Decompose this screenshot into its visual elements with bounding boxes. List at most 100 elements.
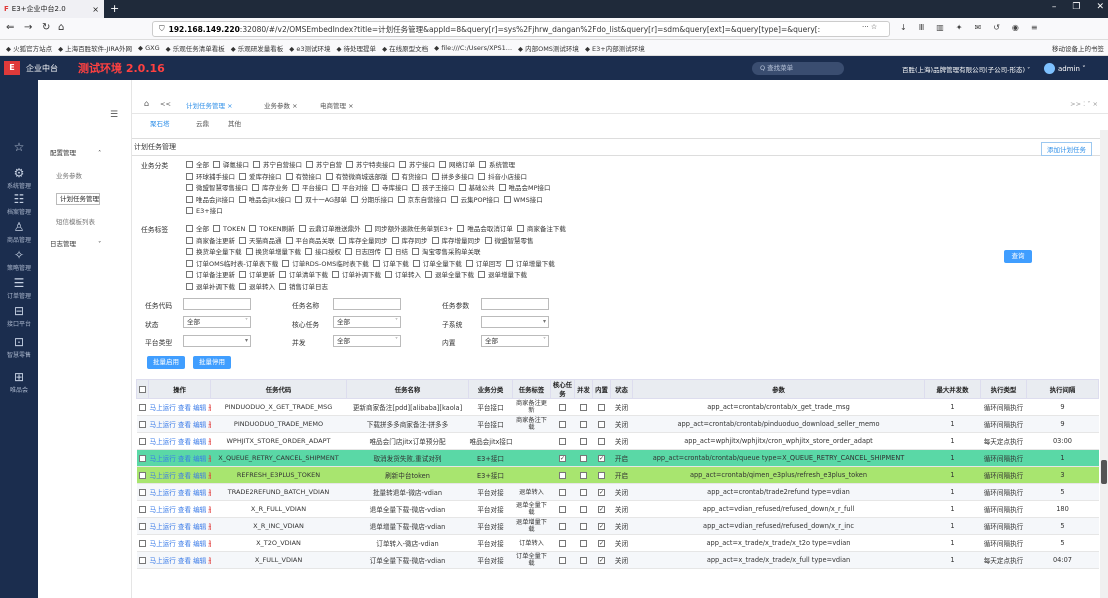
delete-link[interactable]: 删除: [208, 489, 210, 497]
checkbox-box[interactable]: [364, 225, 372, 232]
new-tab-icon[interactable]: +: [110, 2, 119, 15]
menu-group-config[interactable]: 配置管理 ˄: [50, 147, 101, 157]
rail-item[interactable]: ⊟ 接口平台: [0, 304, 38, 328]
row-checkbox[interactable]: [139, 454, 146, 462]
run-now-link[interactable]: 马上运行: [150, 472, 176, 480]
filter-checkbox[interactable]: 网络订单: [435, 161, 475, 169]
filter-checkbox[interactable]: 库存同步: [388, 236, 428, 245]
checkbox-box[interactable]: [239, 282, 246, 290]
row-select[interactable]: [136, 483, 149, 501]
view-link[interactable]: 查看: [178, 540, 191, 548]
conc-checkbox[interactable]: [580, 556, 587, 564]
checkbox-box[interactable]: [478, 172, 485, 180]
checkbox-box[interactable]: [282, 259, 290, 267]
filter-checkbox[interactable]: 双十一AG部单: [291, 195, 347, 204]
filter-checkbox[interactable]: 抖音小店接口: [474, 172, 527, 181]
close-tab-icon[interactable]: ×: [92, 5, 99, 14]
checkbox-box[interactable]: [186, 207, 193, 214]
reload-icon[interactable]: ↻: [42, 22, 50, 33]
filter-checkbox[interactable]: 驿氪接口: [209, 161, 249, 169]
menu-item-sms-templates[interactable]: 短信模板列表: [56, 216, 95, 226]
delete-link[interactable]: 删除: [208, 472, 210, 480]
filter-checkbox[interactable]: 寺库接口: [368, 184, 408, 192]
delete-link[interactable]: 删除: [208, 404, 210, 412]
filter-checkbox[interactable]: 苏宁自营接口: [249, 161, 302, 169]
view-link[interactable]: 查看: [178, 472, 191, 480]
row-select[interactable]: [136, 551, 149, 569]
filter-checkbox[interactable]: 订单备注更新: [182, 271, 235, 279]
bookmark-item[interactable]: ◆ file:///C:/Users/XPS1...: [434, 44, 512, 52]
row-checkbox[interactable]: [139, 522, 146, 530]
filter-checkbox[interactable]: 微盟智慧零售接口: [182, 184, 248, 192]
bookmark-item[interactable]: ◆ 乐观任务清单看板: [166, 43, 225, 53]
row-checkbox[interactable]: [139, 488, 146, 496]
row-select[interactable]: [136, 432, 149, 450]
filter-checkbox[interactable]: 换货单增量下载: [242, 248, 301, 256]
row-checkbox[interactable]: [139, 437, 146, 445]
home-tab-icon[interactable]: ⌂: [144, 99, 149, 108]
view-link[interactable]: 查看: [178, 523, 191, 531]
mobile-bookmarks[interactable]: 移动设备上的书签: [1052, 43, 1104, 53]
row-select[interactable]: [136, 398, 149, 416]
view-link[interactable]: 查看: [178, 455, 191, 463]
tab-ecommerce[interactable]: 电商管理 ×: [320, 100, 354, 110]
conc-checkbox[interactable]: [580, 420, 587, 428]
task-code-input[interactable]: [183, 298, 251, 310]
user-menu[interactable]: admin ˅: [1044, 63, 1086, 74]
checkbox-box[interactable]: [439, 161, 446, 168]
filter-checkbox[interactable]: 退单转入: [235, 282, 275, 291]
checkbox-box[interactable]: [372, 259, 380, 267]
checkbox-box[interactable]: [325, 172, 333, 180]
rail-item[interactable]: ☆: [0, 140, 38, 155]
filter-checkbox[interactable]: 退单补调下载: [182, 282, 235, 291]
checkbox-box[interactable]: [238, 195, 246, 203]
checkbox-box[interactable]: [249, 225, 257, 232]
checkbox-box[interactable]: [295, 195, 303, 203]
edit-link[interactable]: 编辑: [193, 523, 206, 531]
row-checkbox[interactable]: [139, 471, 146, 479]
filter-checkbox[interactable]: 订单下载: [369, 259, 409, 268]
checkbox-box[interactable]: [478, 271, 485, 278]
bookmark-item[interactable]: ◆ 火狐官方站点: [6, 43, 52, 53]
core-checkbox[interactable]: [559, 522, 566, 530]
checkbox-box[interactable]: [391, 172, 399, 180]
checkbox-box[interactable]: [332, 271, 339, 278]
checkbox-box[interactable]: [252, 184, 259, 191]
run-now-link[interactable]: 马上运行: [150, 489, 176, 497]
maximize-icon[interactable]: ❐: [1072, 2, 1080, 12]
filter-checkbox[interactable]: 接口授权: [301, 248, 341, 256]
builtin-checkbox[interactable]: [598, 522, 605, 530]
filter-checkbox[interactable]: 商家备注更新: [182, 236, 235, 245]
checkbox-box[interactable]: [186, 225, 193, 232]
filter-checkbox[interactable]: 全部: [182, 161, 209, 169]
filter-checkbox[interactable]: 订单OMS临时表-订单表下载: [182, 259, 278, 268]
filter-checkbox[interactable]: 日结: [381, 248, 408, 256]
checkbox-box[interactable]: [391, 236, 399, 244]
status-select[interactable]: 全部 ˅: [183, 316, 251, 328]
filter-checkbox[interactable]: 唯品会jitx接口: [235, 195, 291, 204]
rail-item[interactable]: ☷ 档案管理: [0, 192, 38, 216]
view-link[interactable]: 查看: [178, 421, 191, 429]
builtin-checkbox[interactable]: [598, 454, 605, 462]
url-more[interactable]: ··· ☆: [862, 23, 877, 31]
row-checkbox[interactable]: [139, 420, 146, 428]
row-select[interactable]: [136, 534, 149, 552]
edit-link[interactable]: 编辑: [193, 557, 206, 565]
builtin-checkbox[interactable]: [598, 556, 605, 564]
filter-checkbox[interactable]: 退单全量下载: [421, 271, 474, 279]
filter-checkbox[interactable]: 订单补调下载: [328, 271, 381, 279]
core-checkbox[interactable]: [559, 471, 566, 479]
checkbox-box[interactable]: [351, 195, 359, 203]
filter-checkbox[interactable]: 京东自营接口: [394, 195, 447, 204]
minimize-icon[interactable]: –: [1052, 2, 1057, 12]
row-checkbox[interactable]: [139, 539, 146, 547]
filter-checkbox[interactable]: 有货接口: [388, 172, 428, 181]
delete-link[interactable]: 删除: [208, 455, 210, 463]
menu-group-logs[interactable]: 日志管理 ˅: [50, 238, 101, 248]
run-now-link[interactable]: 马上运行: [150, 540, 176, 548]
checkbox-box[interactable]: [239, 172, 246, 180]
account-icon[interactable]: ◉: [1012, 23, 1019, 32]
builtin-checkbox[interactable]: [598, 471, 605, 479]
run-now-link[interactable]: 马上运行: [150, 506, 176, 514]
filter-checkbox[interactable]: 库存业务: [248, 184, 288, 192]
